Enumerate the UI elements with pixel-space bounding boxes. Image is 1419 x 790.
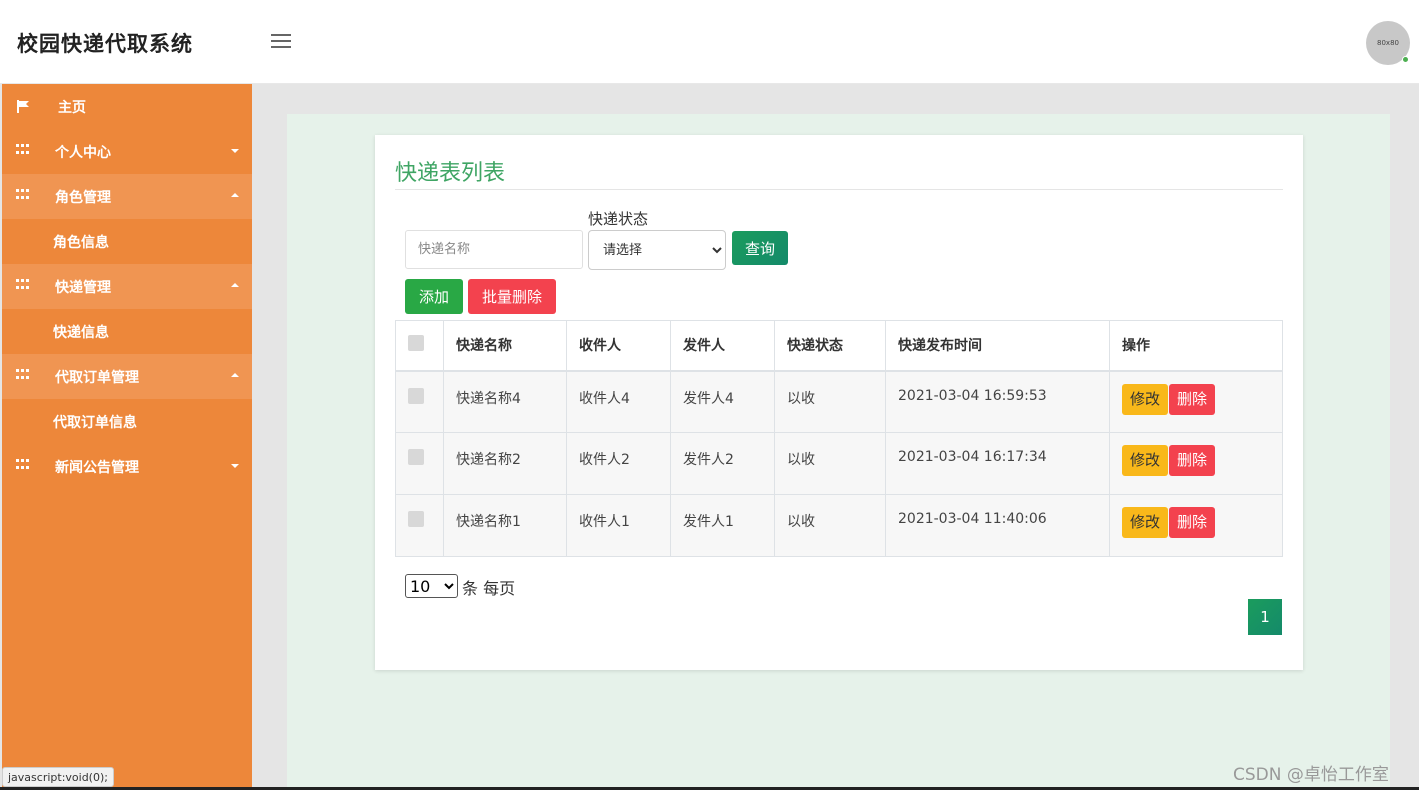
column-header: 操作 [1109,320,1283,372]
caret-up-icon [231,373,239,377]
sidebar-subitem-express-info[interactable]: 快递信息 [2,309,252,354]
sidebar-item-label: 角色管理 [55,189,111,206]
express-table: 快递名称 收件人 发件人 快递状态 快递发布时间 操作 快递名称4 收件人4 发… [395,320,1283,557]
grid-icon [16,369,30,381]
list-card: 快递表列表 快递状态 请选择 查询 添加 批量删除 快递名称 收件人 发件人 快… [375,135,1303,670]
table-row: 快递名称1 收件人1 发件人1 以收 2021-03-04 11:40:06 修… [395,494,1283,557]
page-size-label: 条 每页 [462,579,516,598]
row-checkbox[interactable] [408,387,424,404]
flag-icon [17,100,29,113]
sidebar-item-label: 快递管理 [55,279,111,296]
column-header: 快递状态 [774,320,886,372]
cell-name: 快递名称2 [443,432,567,495]
grid-icon [16,189,30,201]
avatar[interactable]: 80x80 [1366,21,1410,65]
sidebar-item-role-management[interactable]: 角色管理 [2,174,252,219]
select-all-checkbox[interactable] [408,335,424,352]
grid-icon [16,279,30,291]
sidebar-item-label: 个人中心 [55,144,111,161]
sidebar-item-personal-center[interactable]: 个人中心 [2,129,252,174]
row-checkbox[interactable] [408,511,424,527]
delete-button[interactable]: 删除 [1169,445,1216,476]
row-checkbox[interactable] [408,449,424,465]
cell-status: 以收 [774,494,886,557]
edit-button[interactable]: 修改 [1122,383,1169,415]
cell-receiver: 收件人4 [566,370,671,433]
delete-button[interactable]: 删除 [1169,507,1216,538]
cell-status: 以收 [774,432,886,495]
delete-button[interactable]: 删除 [1169,383,1216,415]
watermark: CSDN @卓怡工作室 [1233,765,1389,785]
column-header: 收件人 [566,320,671,372]
cell-status: 以收 [774,370,886,433]
cell-name: 快递名称4 [443,370,567,433]
caret-up-icon [231,193,239,197]
cell-receiver: 收件人2 [566,432,671,495]
column-header: 快递名称 [443,320,567,372]
cell-name: 快递名称1 [443,494,567,557]
edit-button[interactable]: 修改 [1122,507,1169,538]
sidebar-item-label: 代取订单管理 [55,369,139,386]
sidebar-item-label: 新闻公告管理 [55,459,139,476]
cell-time: 2021-03-04 11:40:06 [885,494,1110,557]
add-button[interactable]: 添加 [405,279,463,314]
top-header: 校园快递代取系统 80x80 [0,0,1419,84]
app-title: 校园快递代取系统 [17,32,193,56]
page-size-select[interactable]: 10 [405,574,458,598]
caret-up-icon [231,283,239,287]
menu-toggle-icon[interactable] [271,34,291,50]
grid-icon [16,459,30,471]
cell-sender: 发件人1 [670,494,775,557]
sidebar-item-express-management[interactable]: 快递管理 [2,264,252,309]
page-title: 快递表列表 [395,161,506,186]
sidebar-item-label: 主页 [58,99,86,116]
edit-button[interactable]: 修改 [1122,445,1169,476]
sidebar-subitem-role-info[interactable]: 角色信息 [2,219,252,264]
cell-sender: 发件人2 [670,432,775,495]
cell-receiver: 收件人1 [566,494,671,557]
sidebar: 主页 个人中心 角色管理 角色信息 快递管理 快递信息 代取订单管理 代取订单信… [2,84,252,790]
caret-down-icon [231,149,239,153]
express-name-input[interactable] [405,230,583,269]
cell-time: 2021-03-04 16:17:34 [885,432,1110,495]
batch-delete-button[interactable]: 批量删除 [468,279,556,314]
online-status-dot [1402,56,1409,63]
avatar-placeholder-text: 80x80 [1377,39,1399,47]
status-filter-label: 快递状态 [588,210,649,228]
table-row: 快递名称2 收件人2 发件人2 以收 2021-03-04 16:17:34 修… [395,432,1283,495]
caret-down-icon [231,464,239,468]
query-button[interactable]: 查询 [732,231,788,265]
status-bar-url: javascript:void(0); [2,767,114,787]
cell-sender: 发件人4 [670,370,775,433]
divider [395,189,1283,190]
column-header: 发件人 [670,320,775,372]
sidebar-item-order-management[interactable]: 代取订单管理 [2,354,252,399]
status-filter-select[interactable]: 请选择 [588,230,726,270]
table-header-row: 快递名称 收件人 发件人 快递状态 快递发布时间 操作 [395,320,1283,372]
sidebar-item-home[interactable]: 主页 [2,84,252,129]
cell-time: 2021-03-04 16:59:53 [885,370,1110,433]
table-row: 快递名称4 收件人4 发件人4 以收 2021-03-04 16:59:53 修… [395,370,1283,433]
sidebar-subitem-order-info[interactable]: 代取订单信息 [2,399,252,444]
column-header: 快递发布时间 [885,320,1110,372]
sidebar-item-news-management[interactable]: 新闻公告管理 [2,444,252,489]
page-button-current[interactable]: 1 [1248,599,1282,635]
grid-icon [16,144,30,156]
